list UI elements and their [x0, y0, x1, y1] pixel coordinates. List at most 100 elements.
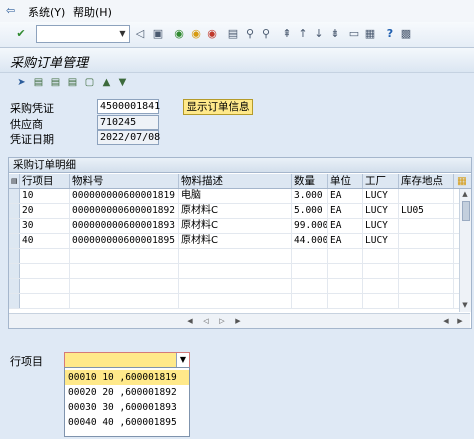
- table-settings-icon[interactable]: ▦: [455, 174, 471, 188]
- table-cell[interactable]: EA: [328, 219, 363, 233]
- table-cell[interactable]: [399, 219, 454, 233]
- table-row[interactable]: 40 000000000600001895 原材料C 44.000 EA LUCY: [9, 234, 459, 249]
- table-cell[interactable]: [179, 294, 292, 308]
- table-row[interactable]: [9, 249, 459, 264]
- table-cell[interactable]: [292, 249, 328, 263]
- table-cell[interactable]: 原材料C: [179, 234, 292, 248]
- table-cell[interactable]: [292, 294, 328, 308]
- show-order-button[interactable]: 显示订单信息: [183, 99, 253, 115]
- table-cell[interactable]: [363, 294, 399, 308]
- table-cell[interactable]: 40: [20, 234, 70, 248]
- table-cell[interactable]: [20, 264, 70, 278]
- table-cell[interactable]: 000000000600001819: [70, 189, 179, 203]
- dropdown-option[interactable]: 00010 10 ,600001819: [65, 370, 189, 385]
- col-storage[interactable]: 库存地点: [399, 174, 454, 188]
- command-field[interactable]: ▼: [36, 25, 130, 43]
- enter-check-icon[interactable]: ✔: [14, 27, 28, 41]
- table-cell[interactable]: [399, 294, 454, 308]
- row-selector[interactable]: [9, 189, 20, 203]
- exit-yellow-icon[interactable]: ◉: [189, 27, 203, 41]
- prev-page-icon[interactable]: ↑: [296, 27, 310, 41]
- menu-help[interactable]: 帮助(H): [73, 4, 112, 20]
- table-cell[interactable]: 3.000: [292, 189, 328, 203]
- customize-layout-icon[interactable]: ▩: [399, 27, 413, 41]
- table-cell[interactable]: 000000000600001895: [70, 234, 179, 248]
- row-selector[interactable]: [9, 294, 20, 308]
- delete-row-icon[interactable]: ▢: [83, 76, 96, 89]
- help-icon[interactable]: ?: [383, 27, 397, 41]
- row-selector[interactable]: [9, 204, 20, 218]
- dropdown-option[interactable]: 00020 20 ,600001892: [65, 385, 189, 400]
- table-cell[interactable]: [328, 279, 363, 293]
- table-cell[interactable]: [292, 279, 328, 293]
- table-cell[interactable]: [399, 264, 454, 278]
- date-field[interactable]: 2022/07/08: [97, 130, 160, 145]
- row-selector[interactable]: [9, 264, 20, 278]
- cancel-icon[interactable]: ◉: [205, 27, 219, 41]
- scroll-end-right-icon[interactable]: ▶: [455, 317, 465, 325]
- chevron-down-icon[interactable]: ▼: [176, 353, 189, 367]
- scroll-up-icon[interactable]: ▲: [460, 190, 470, 198]
- scroll-last-icon[interactable]: ▶: [233, 317, 243, 325]
- table-cell[interactable]: [328, 264, 363, 278]
- filter-icon[interactable]: ▼: [116, 76, 129, 89]
- table-cell[interactable]: [70, 279, 179, 293]
- table-cell[interactable]: [179, 279, 292, 293]
- table-cell[interactable]: [399, 234, 454, 248]
- table-cell[interactable]: EA: [328, 189, 363, 203]
- table-cell[interactable]: LU05: [399, 204, 454, 218]
- table-row[interactable]: 30 000000000600001893 原材料C 99.000 EA LUCY: [9, 219, 459, 234]
- vertical-scrollbar[interactable]: ▲ ▼: [459, 189, 471, 312]
- col-description[interactable]: 物料描述: [179, 174, 292, 188]
- row-selector[interactable]: [9, 234, 20, 248]
- table-cell[interactable]: [20, 249, 70, 263]
- add-row-icon[interactable]: ▤: [32, 76, 45, 89]
- scroll-thumb[interactable]: [462, 201, 470, 221]
- save-icon[interactable]: ▣: [151, 27, 165, 41]
- table-cell[interactable]: [363, 249, 399, 263]
- new-session-icon[interactable]: ▭: [347, 27, 361, 41]
- table-cell[interactable]: [20, 294, 70, 308]
- table-cell[interactable]: 000000000600001892: [70, 204, 179, 218]
- col-quantity[interactable]: 数量: [292, 174, 328, 188]
- table-cell[interactable]: 5.000: [292, 204, 328, 218]
- scroll-end-left-icon[interactable]: ◀: [441, 317, 451, 325]
- table-cell[interactable]: [399, 189, 454, 203]
- exit-icon[interactable]: ⇦: [6, 4, 15, 17]
- row-selector[interactable]: [9, 249, 20, 263]
- table-cell[interactable]: [20, 279, 70, 293]
- col-unit[interactable]: 单位: [328, 174, 363, 188]
- table-cell[interactable]: [328, 294, 363, 308]
- table-cell[interactable]: 20: [20, 204, 70, 218]
- table-cell[interactable]: [399, 279, 454, 293]
- vendor-field[interactable]: 710245: [97, 115, 159, 130]
- row-selector[interactable]: [9, 279, 20, 293]
- row-selector[interactable]: [9, 219, 20, 233]
- table-cell[interactable]: [292, 264, 328, 278]
- scroll-first-icon[interactable]: ◀: [185, 317, 195, 325]
- table-row[interactable]: 20 000000000600001892 原材料C 5.000 EA LUCY LU05: [9, 204, 459, 219]
- edit-row-icon[interactable]: ▤: [66, 76, 79, 89]
- first-page-icon[interactable]: ⇞: [280, 27, 294, 41]
- table-cell[interactable]: 30: [20, 219, 70, 233]
- last-page-icon[interactable]: ⇟: [328, 27, 342, 41]
- table-cell[interactable]: [179, 264, 292, 278]
- table-row[interactable]: [9, 264, 459, 279]
- table-cell[interactable]: LUCY: [363, 204, 399, 218]
- sort-icon[interactable]: ▲: [100, 76, 113, 89]
- table-cell[interactable]: EA: [328, 234, 363, 248]
- next-page-icon[interactable]: ↓: [312, 27, 326, 41]
- menu-system[interactable]: 系统(Y): [28, 4, 65, 20]
- table-row[interactable]: [9, 294, 459, 309]
- dropdown-option[interactable]: 00040 40 ,600001895: [65, 415, 189, 430]
- find-icon[interactable]: ⚲: [243, 27, 257, 41]
- horizontal-scrollbar[interactable]: ◀ ◁ ▷ ▶ ◀ ▶: [9, 313, 470, 328]
- table-cell[interactable]: [328, 249, 363, 263]
- table-cell[interactable]: 原材料C: [179, 219, 292, 233]
- scroll-right-icon[interactable]: ▷: [217, 317, 227, 325]
- table-cell[interactable]: LUCY: [363, 234, 399, 248]
- col-material[interactable]: 物料号: [70, 174, 179, 188]
- table-cell[interactable]: [70, 294, 179, 308]
- table-row[interactable]: [9, 279, 459, 294]
- table-cell[interactable]: 000000000600001893: [70, 219, 179, 233]
